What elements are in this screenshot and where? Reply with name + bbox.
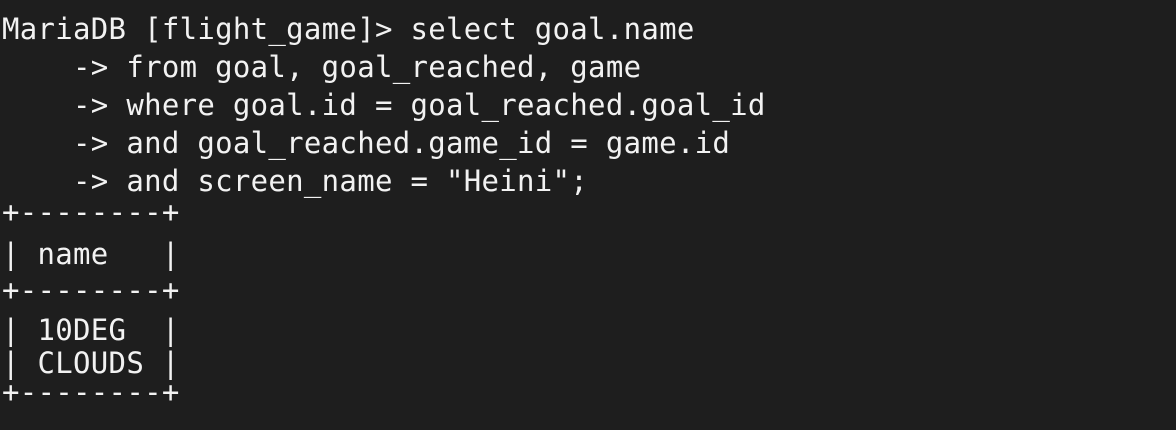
table-border-top: +--------+: [2, 195, 180, 229]
table-border-bottom: +--------+: [2, 375, 180, 409]
table-row: | 10DEG |: [2, 313, 180, 347]
table-header-row: | name |: [2, 237, 180, 271]
sql-continuation-line: -> from goal, goal_reached, game: [2, 50, 642, 84]
sql-continuation-line: -> where goal.id = goal_reached.goal_id: [2, 88, 766, 122]
sql-continuation-line: -> and goal_reached.game_id = game.id: [2, 126, 731, 160]
table-border-middle: +--------+: [2, 273, 180, 307]
sql-prompt-line: MariaDB [flight_game]> select goal.name: [2, 12, 695, 46]
terminal-window[interactable]: MariaDB [flight_game]> select goal.name …: [0, 0, 1176, 430]
